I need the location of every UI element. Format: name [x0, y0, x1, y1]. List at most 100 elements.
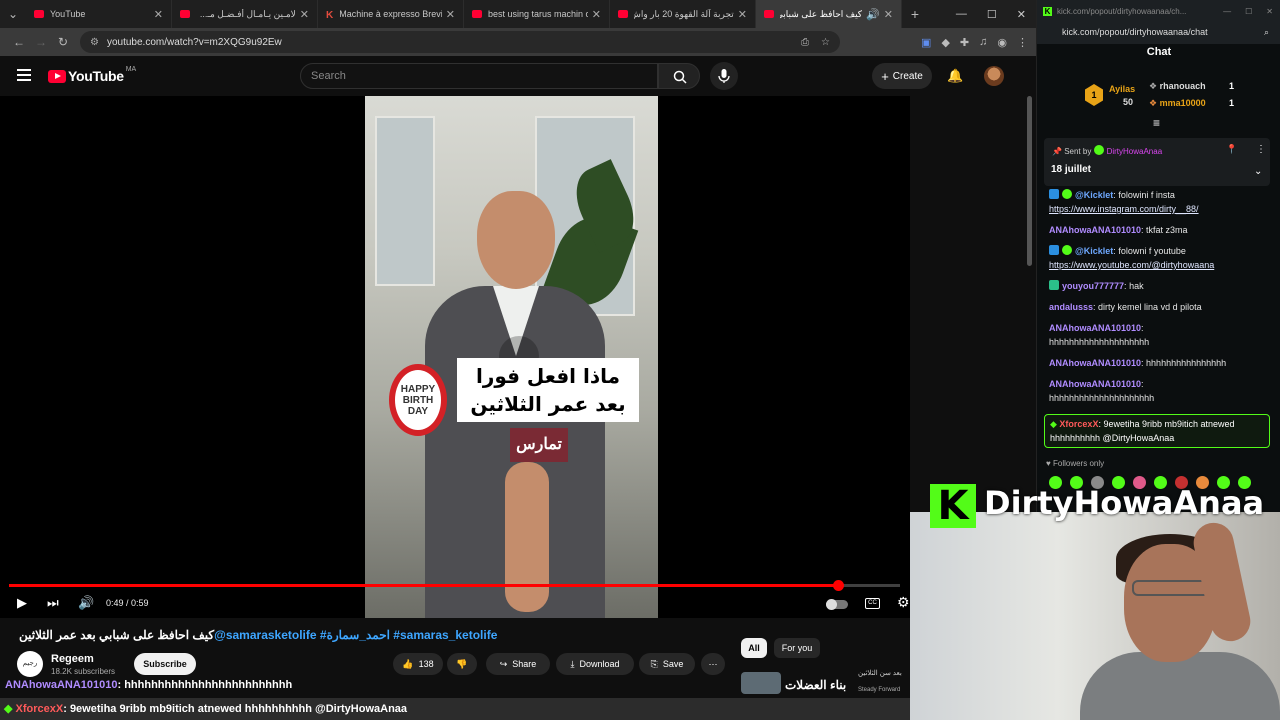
tab-title: لامـين يـامـال أفـضـل مـ...	[199, 8, 296, 19]
collapse-chevron-icon[interactable]: ≡	[1153, 116, 1160, 130]
chat-username[interactable]: @Kicklet	[1075, 246, 1113, 256]
progress-scrubber[interactable]	[832, 580, 844, 591]
chat-username[interactable]: andalusss	[1049, 302, 1093, 312]
create-button[interactable]: + Create	[872, 63, 932, 89]
video-frame[interactable]: HAPPY BIRTH DAY ماذا افعل فورا بعد عمر ا…	[365, 96, 658, 618]
speaker-icon[interactable]: 🔊	[866, 8, 880, 21]
chat-link[interactable]: https://www.instagram.com/dirty__88/	[1049, 204, 1199, 214]
minimize-icon[interactable]: —	[956, 8, 967, 21]
close-tab-icon[interactable]: ✕	[738, 8, 747, 21]
tab-yamal[interactable]: لامـين يـامـال أفـضـل مـ... ✕	[172, 0, 318, 28]
kick-url-bar[interactable]: kick.com/popout/dirtyhowaanaa/chat ⌕	[1037, 22, 1280, 44]
chip-for-you[interactable]: For you	[774, 638, 820, 658]
bookmark-star-icon[interactable]: ☆	[821, 37, 830, 48]
more-horizontal-icon: ⋯	[708, 658, 718, 669]
chat-username[interactable]: @Kicklet	[1075, 190, 1113, 200]
tab-youtube-home[interactable]: YouTube ✕	[26, 0, 172, 28]
account-avatar[interactable]	[984, 66, 1004, 86]
close-tab-icon[interactable]: ✕	[154, 8, 163, 21]
profile-icon[interactable]: ◉	[997, 36, 1007, 49]
pinned-message[interactable]: 📌 Sent by DirtyHowaAnaa 📍 ⋮ 18 juillet ⌄	[1044, 138, 1270, 186]
chat-text: folowni f youtube	[1118, 246, 1186, 256]
autoplay-toggle[interactable]	[826, 599, 848, 610]
chip-all[interactable]: All	[741, 638, 767, 658]
reload-icon[interactable]: ↻	[52, 35, 74, 49]
media-controls-icon[interactable]: ♫	[979, 36, 987, 49]
mic-label-text: تمارس	[516, 436, 562, 453]
like-button[interactable]: 👍 138	[393, 653, 443, 675]
leaderboard-entry-2[interactable]: ❖ rhanouach	[1149, 81, 1206, 92]
forward-icon[interactable]: →	[30, 35, 52, 49]
menu-icon[interactable]	[17, 69, 31, 81]
pinned-more-icon[interactable]: ⋮	[1256, 144, 1266, 155]
presenter-head	[477, 191, 555, 289]
site-info-icon[interactable]: ⚙	[90, 37, 99, 48]
chat-username[interactable]: XforcexX	[1059, 419, 1098, 429]
minimize-icon[interactable]: —	[1223, 7, 1231, 16]
tab-tarus[interactable]: best using tarus machin ca ✕	[464, 0, 610, 28]
install-app-icon[interactable]: ⎙	[801, 37, 809, 48]
leaderboard-count-3: 1	[1229, 98, 1235, 108]
next-icon[interactable]: ⏭	[47, 595, 59, 611]
tab-coffee-machine[interactable]: تجربة آلة القهوة 20 بار واش ✕	[610, 0, 756, 28]
subscribe-button[interactable]: Subscribe	[134, 653, 196, 675]
browser-menu-icon[interactable]: ⋮	[1017, 36, 1028, 49]
maximize-icon[interactable]: ☐	[1245, 7, 1252, 16]
close-tab-icon[interactable]: ✕	[446, 8, 455, 21]
volume-icon[interactable]: 🔊	[78, 595, 94, 611]
voice-search-button[interactable]	[710, 62, 738, 90]
channel-avatar[interactable]: رجيم	[17, 651, 43, 677]
chat-username[interactable]: ANAhowaANA101010	[1049, 358, 1141, 368]
back-icon[interactable]: ←	[8, 35, 30, 49]
leaderboard-entry-3[interactable]: ❖ mma10000	[1149, 98, 1206, 109]
more-actions-button[interactable]: ⋯	[701, 653, 725, 675]
pause-icon[interactable]: ▶	[17, 595, 27, 611]
close-tab-icon[interactable]: ✕	[592, 8, 601, 21]
url-input[interactable]: ⚙ youtube.com/watch?v=m2XQG9u92Ew ⎙ ☆	[80, 31, 840, 53]
expand-chevron-icon[interactable]: ⌄	[1254, 166, 1262, 177]
close-tab-icon[interactable]: ✕	[300, 8, 309, 21]
save-button[interactable]: ⎘ Save	[639, 653, 695, 675]
dislike-button[interactable]: 👎	[447, 653, 477, 675]
notifications-bell-icon[interactable]: 🔔	[947, 68, 963, 84]
tab-list-icon[interactable]: ⌄	[0, 7, 26, 21]
settings-gear-icon[interactable]: ⚙	[897, 594, 910, 611]
tab-breville[interactable]: K Machine à expresso Brevill ✕	[318, 0, 464, 28]
new-tab-button[interactable]: +	[902, 6, 928, 22]
youtube-logo[interactable]: YouTube MA	[48, 65, 137, 84]
recommended-subtitle[interactable]: بعد سن الثلاثين	[858, 669, 902, 677]
chat-username[interactable]: ANAhowaANA101010	[1049, 323, 1141, 333]
translate-extension-icon[interactable]: ▣	[921, 36, 931, 49]
maximize-icon[interactable]: ☐	[987, 8, 997, 21]
tab-current-video[interactable]: كيف احافظ على شبابي 🔊 ✕	[756, 0, 902, 28]
highlighted-message: ◆ XforcexX: 9ewetiha 9ribb mb9itich atne…	[1044, 414, 1270, 448]
progress-bar[interactable]	[9, 580, 900, 591]
pinned-sender[interactable]: DirtyHowaAnaa	[1107, 147, 1163, 156]
download-button[interactable]: ⤓ Download	[556, 653, 634, 675]
leaderboard-name-1[interactable]: Ayilas	[1109, 84, 1135, 94]
chat-link[interactable]: https://www.youtube.com/@dirtyhowaana	[1049, 260, 1214, 270]
chat-username[interactable]: youyou777777	[1062, 281, 1124, 291]
pin-toggle-icon[interactable]: 📍	[1226, 144, 1237, 155]
close-tab-icon[interactable]: ✕	[884, 8, 893, 21]
kick-logo-icon: K	[1043, 6, 1052, 16]
zoom-search-icon[interactable]: ⌕	[1264, 27, 1269, 38]
captions-button[interactable]: CC	[865, 598, 880, 609]
youtube-icon	[34, 10, 44, 18]
chat-username[interactable]: ANAhowaANA101010	[1049, 225, 1141, 235]
extension-icon[interactable]: ◆	[941, 36, 949, 49]
country-code: MA	[125, 65, 137, 73]
channel-name[interactable]: Regeem	[51, 653, 94, 665]
kick-titlebar: K kick.com/popout/dirtyhowaanaa/ch... — …	[1037, 0, 1280, 22]
extensions-puzzle-icon[interactable]: ✚	[960, 36, 969, 49]
page-scrollbar[interactable]	[1027, 96, 1032, 266]
chat-username[interactable]: ANAhowaANA101010	[1049, 379, 1141, 389]
search-button[interactable]	[658, 63, 700, 89]
channel-avatar-text: رجيم	[22, 660, 38, 667]
video-player[interactable]: HAPPY BIRTH DAY ماذا افعل فورا بعد عمر ا…	[0, 96, 910, 618]
video-title-hashtags[interactable]: @samarasketolife #احمد_سمارة #samaras_ke…	[214, 628, 497, 642]
share-button[interactable]: ↪ Share	[486, 653, 550, 675]
close-window-icon[interactable]: ✕	[1266, 7, 1273, 16]
close-window-icon[interactable]: ✕	[1017, 8, 1026, 21]
search-input[interactable]: Search	[300, 63, 658, 89]
